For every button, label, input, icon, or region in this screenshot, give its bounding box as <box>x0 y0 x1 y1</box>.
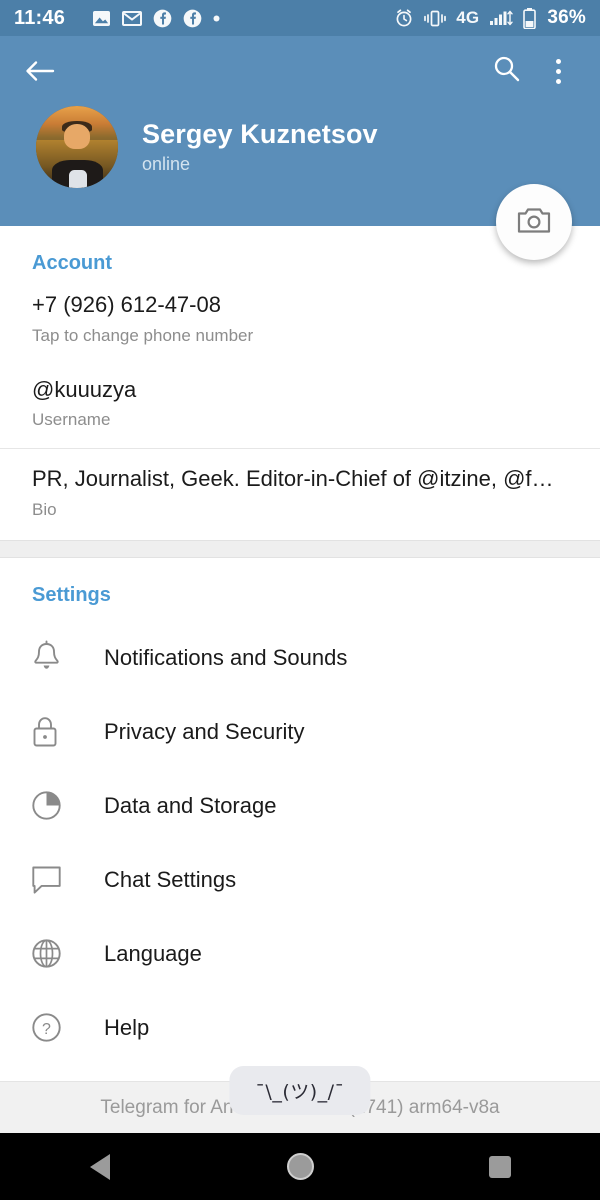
alarm-icon <box>394 8 414 28</box>
settings-section-title: Settings <box>32 583 111 606</box>
settings-item-label: Privacy and Security <box>104 718 305 744</box>
settings-item-label: Data and Storage <box>104 792 277 818</box>
phone-number-value: +7 (926) 612-47-08 <box>32 292 221 317</box>
phone-number-row[interactable]: +7 (926) 612-47-08 Tap to change phone n… <box>0 289 600 364</box>
nav-back-button[interactable] <box>40 1133 160 1200</box>
phone-screen: 11:46 4G 36% Sergey Kuznetsov online Acc… <box>0 0 600 1200</box>
mail-icon <box>122 10 143 26</box>
facebook-icon <box>183 9 202 28</box>
question-mark-icon: ? <box>30 1011 74 1044</box>
settings-section: Settings Notifications and Sounds Privac… <box>0 557 600 1065</box>
shrug-toast: ¯\_(ツ)_/¯ <box>229 1066 371 1115</box>
settings-item-help[interactable]: ? Help <box>0 991 600 1065</box>
chat-bubble-icon <box>30 863 74 896</box>
status-bar-left: 11:46 <box>14 7 394 30</box>
settings-item-label: Help <box>104 1014 150 1040</box>
settings-item-label: Notifications and Sounds <box>104 644 348 670</box>
app-bar-toolbar <box>16 36 584 98</box>
search-button[interactable] <box>480 47 532 95</box>
section-divider <box>0 539 600 558</box>
profile-name-block: Sergey Kuznetsov online <box>142 119 378 175</box>
phone-number-label: Tap to change phone number <box>32 325 254 345</box>
more-options-button[interactable] <box>532 47 584 95</box>
recents-square-icon <box>489 1155 511 1178</box>
back-triangle-icon <box>90 1153 110 1180</box>
facebook-icon <box>153 9 172 28</box>
settings-item-notifications[interactable]: Notifications and Sounds <box>0 621 600 695</box>
settings-item-chat-settings[interactable]: Chat Settings <box>0 843 600 917</box>
username-label: Username <box>32 410 111 429</box>
profile-status: online <box>142 154 191 175</box>
account-section: Account +7 (926) 612-47-08 Tap to change… <box>0 226 600 540</box>
network-type-label: 4G <box>456 8 480 27</box>
settings-item-label: Chat Settings <box>104 866 237 892</box>
username-row[interactable]: @kuuuzya Username <box>0 364 600 449</box>
status-bar: 11:46 4G 36% <box>0 0 600 36</box>
lock-icon <box>30 715 74 749</box>
nav-recents-button[interactable] <box>440 1133 560 1200</box>
search-icon <box>493 55 520 87</box>
username-value: @kuuuzya <box>32 376 137 402</box>
app-bar: Sergey Kuznetsov online <box>0 36 600 260</box>
image-icon <box>92 10 111 27</box>
profile-name: Sergey Kuznetsov <box>142 118 378 149</box>
overflow-menu-icon <box>555 58 561 84</box>
battery-icon <box>523 7 537 29</box>
settings-item-label: Language <box>104 940 202 966</box>
signal-icon <box>488 10 514 27</box>
home-circle-icon <box>286 1153 314 1180</box>
dot-icon <box>213 15 220 22</box>
svg-text:?: ? <box>42 1021 51 1038</box>
globe-icon <box>30 937 74 970</box>
back-button[interactable] <box>16 47 64 95</box>
status-bar-right: 4G 36% <box>394 7 586 29</box>
bio-value: PR, Journalist, Geek. Editor-in-Chief of… <box>32 466 554 491</box>
battery-percent-label: 36% <box>547 7 586 28</box>
settings-item-language[interactable]: Language <box>0 917 600 991</box>
settings-item-privacy[interactable]: Privacy and Security <box>0 695 600 769</box>
vibrate-icon <box>423 10 447 27</box>
profile-header[interactable]: Sergey Kuznetsov online <box>16 106 584 188</box>
bio-label: Bio <box>32 499 57 519</box>
nav-home-button[interactable] <box>240 1133 360 1200</box>
change-photo-button[interactable] <box>496 184 572 260</box>
android-nav-bar <box>0 1133 600 1200</box>
status-bar-clock: 11:46 <box>14 6 66 29</box>
pie-chart-icon <box>30 789 74 822</box>
settings-item-data-storage[interactable]: Data and Storage <box>0 769 600 843</box>
avatar[interactable] <box>36 106 118 188</box>
camera-icon <box>517 205 551 240</box>
bell-icon <box>30 640 74 675</box>
bio-row[interactable]: PR, Journalist, Geek. Editor-in-Chief of… <box>0 448 600 540</box>
